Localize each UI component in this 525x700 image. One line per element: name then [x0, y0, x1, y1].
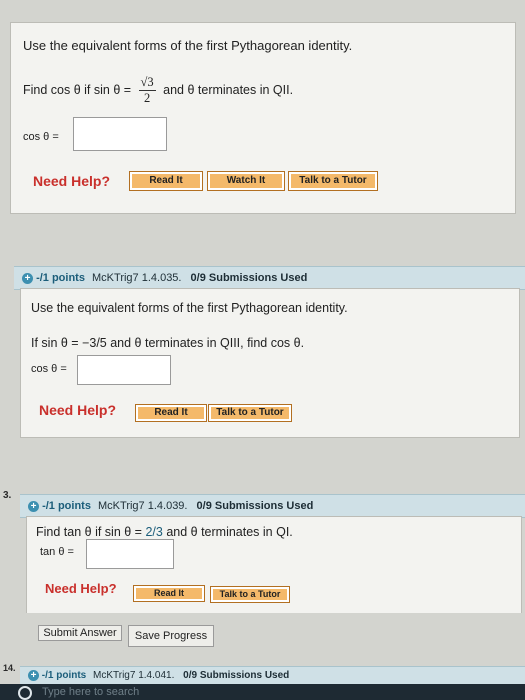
question-find-line: Find tan θ if sin θ = 2/3 and θ terminat… — [36, 525, 293, 539]
course-ref: McKTrig7 1.4.041. — [93, 670, 175, 681]
find-value: 2/3 — [145, 525, 163, 539]
question-find-line: If sin θ = −3/5 and θ terminates in QIII… — [31, 336, 305, 350]
submissions-used: 0/9 Submissions Used — [183, 670, 290, 681]
windows-taskbar: Type here to search — [0, 684, 525, 700]
need-help-label: Need Help? — [39, 402, 117, 418]
answer-label: cos θ = — [31, 363, 67, 375]
find-suffix: and θ terminates in QI. — [166, 525, 293, 539]
answer-label: cos θ = — [23, 131, 59, 143]
expand-plus-icon[interactable]: + — [28, 669, 39, 681]
find-suffix: and θ terminates in QII. — [163, 82, 294, 97]
submissions-used: 0/9 Submissions Used — [196, 500, 314, 512]
question-header-16: + -/1 points McKTrig7 1.4.041. 0/9 Submi… — [20, 666, 525, 686]
find-prefix: Find cos θ if sin θ = — [23, 82, 132, 97]
question-find-line: Find cos θ if sin θ = √3 2 and θ termina… — [23, 75, 293, 106]
fraction-denominator: 2 — [143, 91, 151, 105]
points-label: -/1 points — [42, 500, 91, 512]
question-text: Use the equivalent forms of the first Py… — [23, 38, 353, 53]
fraction-numerator: √3 — [138, 75, 156, 91]
question-number: 14. — [3, 663, 16, 673]
watch-it-button[interactable]: Watch It — [207, 171, 285, 191]
question-panel-13: Use the equivalent forms of the first Py… — [10, 22, 516, 214]
course-ref: McKTrig7 1.4.035. — [92, 272, 182, 284]
question-header-14: + -/1 points McKTrig7 1.4.035. 0/9 Submi… — [14, 266, 525, 290]
read-it-button[interactable]: Read It — [135, 404, 207, 422]
answer-input[interactable] — [77, 355, 171, 385]
question-panel-14: Use the equivalent forms of the first Py… — [20, 288, 520, 438]
save-progress-button[interactable]: Save Progress — [128, 625, 214, 647]
question-panel-15: Find tan θ if sin θ = 2/3 and θ terminat… — [26, 516, 522, 613]
talk-to-tutor-button[interactable]: Talk to a Tutor — [208, 404, 292, 422]
expand-plus-icon[interactable]: + — [28, 500, 39, 512]
answer-input[interactable] — [86, 539, 174, 569]
course-ref: McKTrig7 1.4.039. — [98, 500, 188, 512]
need-help-label: Need Help? — [33, 173, 111, 189]
submit-answer-button[interactable]: Submit Answer — [38, 625, 122, 641]
find-prefix: Find tan θ if sin θ = — [36, 525, 142, 539]
talk-to-tutor-button[interactable]: Talk to a Tutor — [210, 586, 290, 603]
submissions-used: 0/9 Submissions Used — [190, 272, 308, 284]
read-it-button[interactable]: Read It — [133, 585, 205, 602]
need-help-label: Need Help? — [45, 581, 117, 596]
cortana-circle-icon[interactable] — [18, 686, 32, 700]
read-it-button[interactable]: Read It — [129, 171, 203, 191]
taskbar-search-input[interactable]: Type here to search — [42, 686, 139, 698]
answer-label: tan θ = — [40, 546, 74, 558]
question-header-15: + -/1 points McKTrig7 1.4.039. 0/9 Submi… — [20, 494, 525, 518]
question-number: 3. — [3, 490, 12, 501]
points-label: -/1 points — [36, 272, 85, 284]
expand-plus-icon[interactable]: + — [22, 272, 33, 284]
sqrt3-over-2-fraction: √3 2 — [138, 75, 156, 106]
answer-input[interactable] — [73, 117, 167, 151]
points-label: -/1 points — [41, 670, 87, 681]
question-text: Use the equivalent forms of the first Py… — [31, 301, 348, 315]
talk-to-tutor-button[interactable]: Talk to a Tutor — [288, 171, 378, 191]
